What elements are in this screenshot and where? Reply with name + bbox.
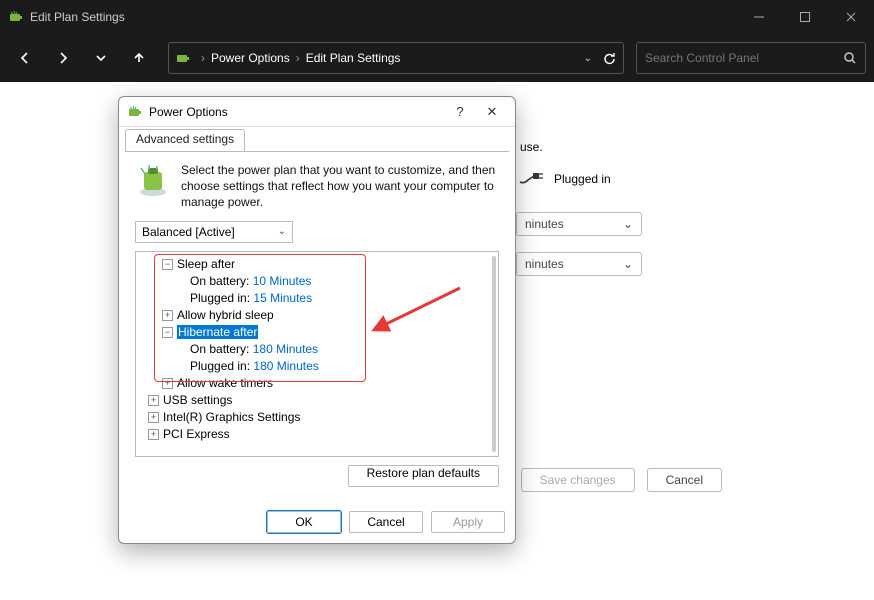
chevron-right-icon: › [201,51,205,65]
scrollbar[interactable] [492,256,496,452]
toolbar: › Power Options › Edit Plan Settings ⌄ [0,34,874,82]
power-plan-selected: Balanced [Active] [142,225,235,239]
control-panel-icon [175,50,191,66]
bg-dd1-text: ninutes [525,217,564,231]
battery-icon [135,162,171,198]
close-button[interactable] [828,0,874,34]
tab-strip: Advanced settings [119,127,515,151]
collapse-icon[interactable]: − [162,259,173,270]
tree-wake-timers[interactable]: +Allow wake timers [136,375,498,392]
apply-button[interactable]: Apply [431,511,505,533]
tree-hybrid-sleep[interactable]: +Allow hybrid sleep [136,307,498,324]
tree-hibernate-battery[interactable]: On battery: 180 Minutes [136,341,498,358]
search-icon [843,51,857,65]
tree-sleep-after-battery[interactable]: On battery: 10 Minutes [136,273,498,290]
tree-hibernate-after[interactable]: −Hibernate after [136,324,498,341]
tree-sleep-after-plugged[interactable]: Plugged in: 15 Minutes [136,290,498,307]
titlebar: Edit Plan Settings [0,0,874,34]
search-input[interactable] [645,51,843,65]
bg-dd2-text: ninutes [525,257,564,271]
dialog-title: Power Options [149,105,228,119]
save-changes-button[interactable]: Save changes [521,468,635,492]
bg-dropdown-2[interactable]: ninutes ⌄ [516,252,642,276]
tree-usb-settings[interactable]: +USB settings [136,392,498,409]
tree-intel-graphics[interactable]: +Intel(R) Graphics Settings [136,409,498,426]
power-icon [127,104,143,120]
tree-pci-express[interactable]: +PCI Express [136,426,498,443]
dialog-intro-text: Select the power plan that you want to c… [181,162,499,211]
cancel-button[interactable]: Cancel [349,511,423,533]
chevron-down-icon: ⌄ [278,226,286,237]
expand-icon[interactable]: + [148,395,159,406]
power-options-dialog: Power Options ? ✕ Advanced settings Sele… [118,96,516,544]
search-bar[interactable] [636,42,866,74]
expand-icon[interactable]: + [162,310,173,321]
cancel-button-bg[interactable]: Cancel [647,468,722,492]
forward-button[interactable] [46,43,80,73]
window-title: Edit Plan Settings [30,10,125,24]
power-plan-dropdown[interactable]: Balanced [Active] ⌄ [135,221,293,243]
bg-dropdown-1[interactable]: ninutes ⌄ [516,212,642,236]
tab-advanced-settings[interactable]: Advanced settings [125,129,245,151]
help-button[interactable]: ? [447,104,473,119]
collapse-icon[interactable]: − [162,327,173,338]
expand-icon[interactable]: + [148,429,159,440]
plugged-in-label: Plugged in [554,172,611,186]
restore-defaults-button[interactable]: Restore plan defaults [348,465,499,487]
breadcrumb-power-options[interactable]: Power Options [211,51,290,65]
ok-button[interactable]: OK [267,511,341,533]
chevron-right-icon: › [296,51,300,65]
recent-dropdown[interactable] [84,43,118,73]
settings-tree: −Sleep after On battery: 10 Minutes Plug… [135,251,499,457]
bg-text-use: use. [520,140,543,154]
dialog-footer: OK Cancel Apply [119,501,515,543]
expand-icon[interactable]: + [148,412,159,423]
minimize-button[interactable] [736,0,782,34]
plug-icon [518,170,546,188]
dialog-titlebar: Power Options ? ✕ [119,97,515,127]
tree-sleep-after[interactable]: −Sleep after [136,256,498,273]
chevron-down-icon: ⌄ [623,257,633,271]
close-dialog-button[interactable]: ✕ [479,104,505,120]
breadcrumb-edit-plan[interactable]: Edit Plan Settings [306,51,401,65]
back-button[interactable] [8,43,42,73]
address-bar[interactable]: › Power Options › Edit Plan Settings ⌄ [168,42,624,74]
app-icon [8,9,24,25]
refresh-icon[interactable] [602,51,617,66]
maximize-button[interactable] [782,0,828,34]
up-button[interactable] [122,43,156,73]
address-dropdown-icon[interactable]: ⌄ [584,53,592,64]
chevron-down-icon: ⌄ [623,217,633,231]
plugged-in-label-row: Plugged in [518,170,611,188]
tree-hibernate-plugged[interactable]: Plugged in: 180 Minutes [136,358,498,375]
expand-icon[interactable]: + [162,378,173,389]
